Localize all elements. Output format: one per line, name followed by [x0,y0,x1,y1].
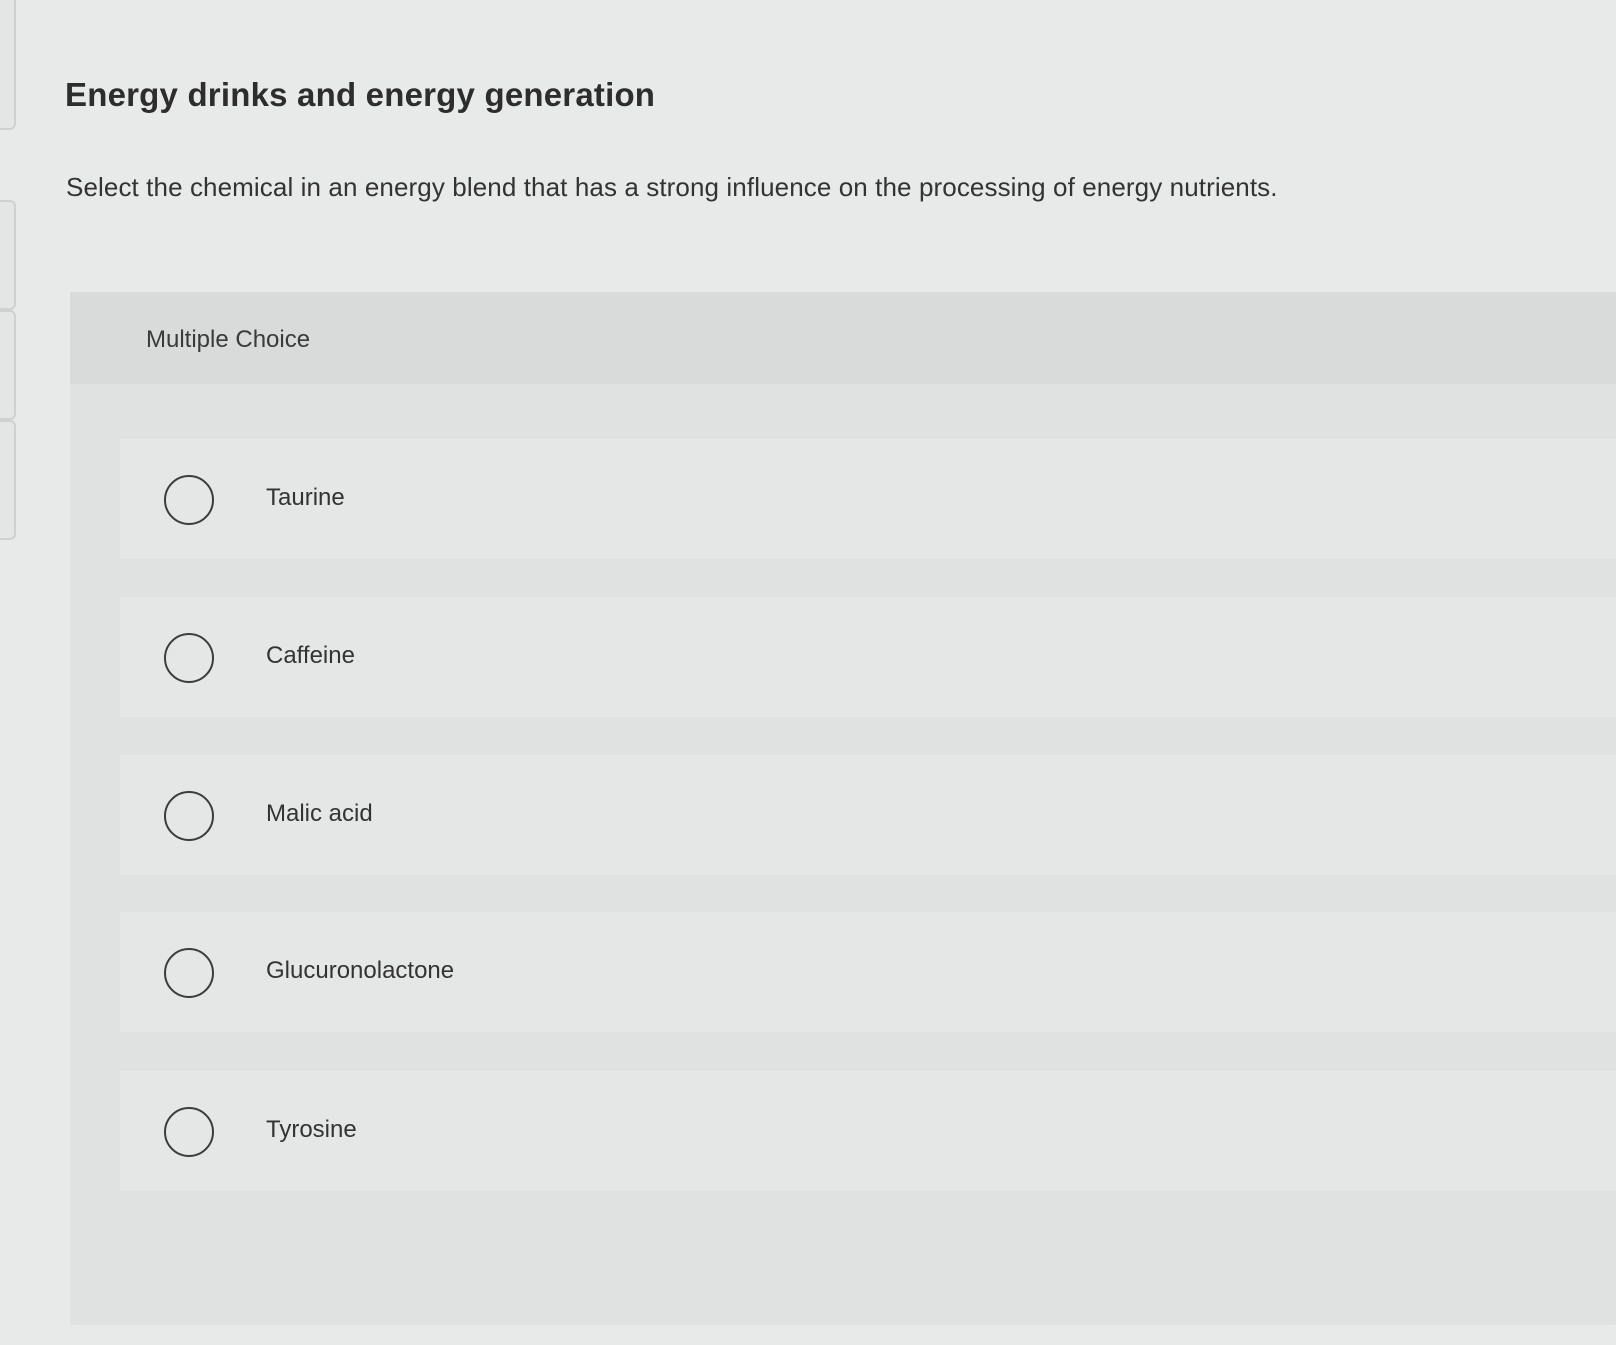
choice-option[interactable]: Tyrosine [120,1071,1616,1191]
choice-label[interactable]: Glucuronolactone [266,957,454,985]
choice-label[interactable]: Malic acid [266,800,373,828]
left-edge-tabs [0,0,18,540]
choice-label[interactable]: Caffeine [266,642,355,670]
multiple-choice-label: Multiple Choice [146,326,311,353]
choice-label[interactable]: Tyrosine [266,1116,357,1144]
question-title: Energy drinks and energy generation [65,76,656,113]
choice-option[interactable]: Glucuronolactone [120,912,1616,1032]
radio-button[interactable] [164,633,214,683]
left-tab[interactable] [0,310,16,420]
choice-option[interactable]: Malic acid [120,755,1616,875]
choice-option[interactable]: Taurine [120,439,1616,559]
radio-button[interactable] [164,948,214,998]
left-tab[interactable] [0,0,16,130]
radio-button[interactable] [164,791,214,841]
multiple-choice-panel: Multiple Choice Taurine Caffeine Malic a… [70,292,1616,1325]
choice-label[interactable]: Taurine [266,484,345,512]
multiple-choice-header: Multiple Choice [70,292,1616,384]
radio-button[interactable] [164,1107,214,1157]
question-prompt: Select the chemical in an energy blend t… [66,172,1278,202]
left-tab[interactable] [0,420,16,540]
radio-button[interactable] [164,475,214,525]
left-tab[interactable] [0,200,16,310]
choice-option[interactable]: Caffeine [120,597,1616,717]
